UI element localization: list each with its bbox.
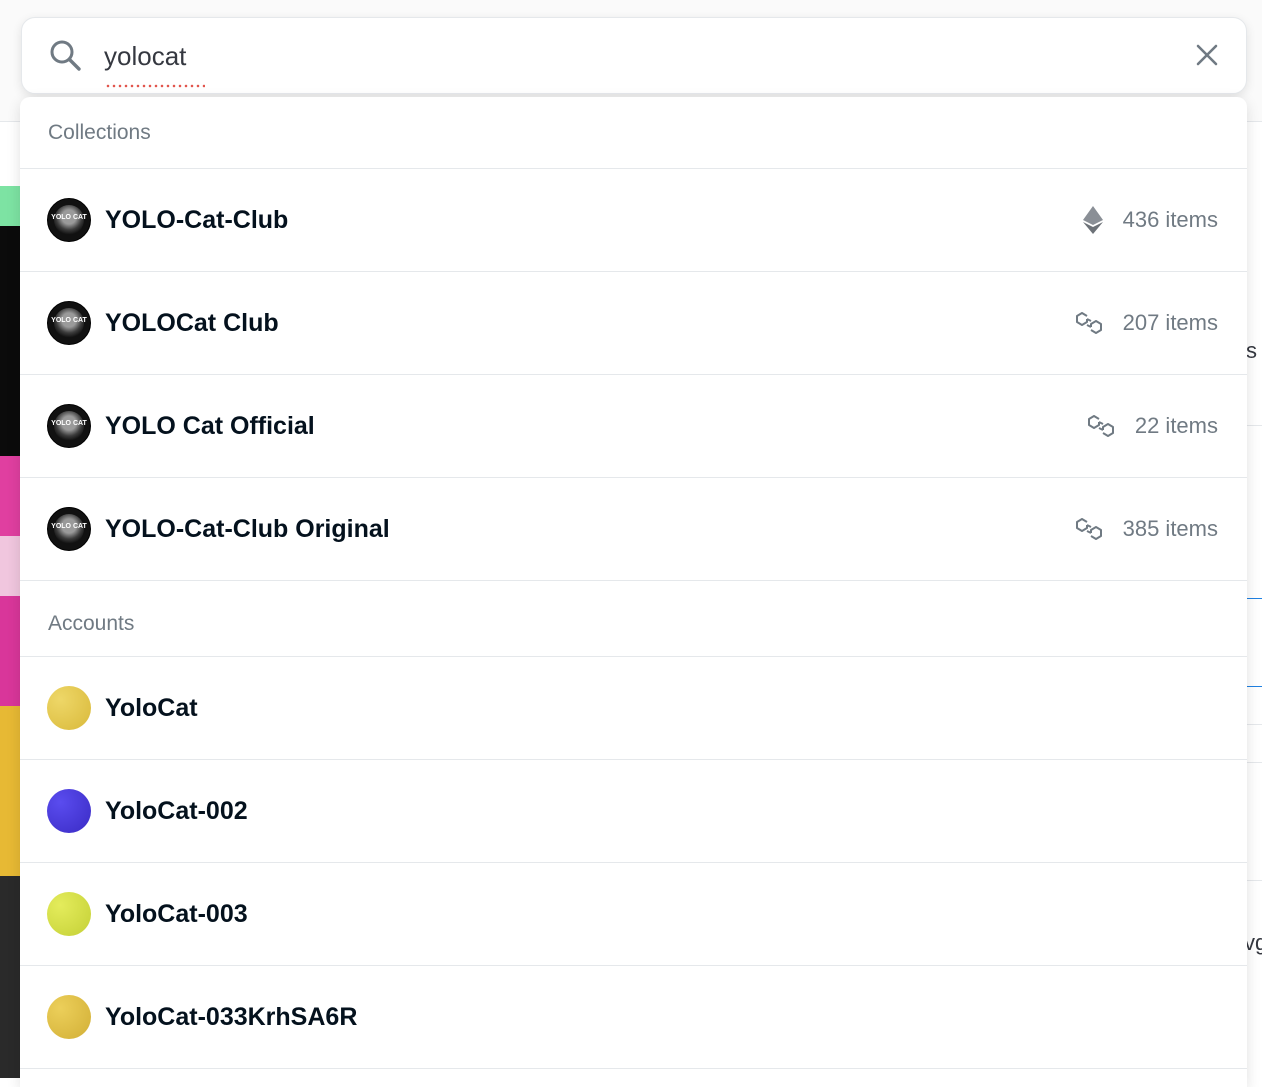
background-divider [1246, 425, 1262, 426]
collection-name: YOLO-Cat-Club [105, 206, 1083, 235]
collection-avatar: YOLO CAT [47, 198, 91, 242]
account-result[interactable]: YoloCat-002 [20, 760, 1247, 863]
account-name: YoloCat-002 [105, 797, 1218, 826]
collection-result[interactable]: YOLO CAT YOLO-Cat-Club 436 items [20, 169, 1247, 272]
collection-result[interactable]: YOLO CAT YOLO Cat Official 22 items [20, 375, 1247, 478]
polygon-icon [1075, 312, 1103, 334]
background-divider [1246, 762, 1262, 763]
spellcheck-underline [105, 84, 205, 88]
collection-avatar: YOLO CAT [47, 301, 91, 345]
background-accent-line [1246, 598, 1262, 599]
account-avatar [47, 789, 91, 833]
ethereum-icon [1083, 206, 1103, 234]
search-input[interactable] [104, 36, 1104, 76]
background-artwork [0, 186, 20, 1078]
account-name: YoloCat-003 [105, 900, 1218, 929]
section-header-accounts: Accounts [20, 581, 1247, 657]
background-accent-line [1246, 686, 1262, 687]
background-divider [1246, 724, 1262, 725]
section-header-collections: Collections [20, 97, 1247, 169]
collection-avatar: YOLO CAT [47, 404, 91, 448]
collection-result[interactable]: YOLO CAT YOLO-Cat-Club Original 385 item… [20, 478, 1247, 581]
search-icon [48, 38, 82, 72]
account-avatar [47, 995, 91, 1039]
account-result[interactable]: YoloCat-033KrhSA6R [20, 966, 1247, 1069]
account-avatar [47, 892, 91, 936]
collection-result[interactable]: YOLO CAT YOLOCat Club 207 items [20, 272, 1247, 375]
polygon-icon [1075, 518, 1103, 540]
collection-item-count: 436 items [1123, 207, 1218, 233]
account-result[interactable]: YoloCat-003 [20, 863, 1247, 966]
close-icon[interactable] [1194, 42, 1220, 68]
collection-item-count: 207 items [1123, 310, 1218, 336]
collection-name: YOLOCat Club [105, 309, 1075, 338]
account-name: YoloCat [105, 694, 1218, 723]
account-result[interactable]: YoloCat [20, 657, 1247, 760]
polygon-icon [1087, 415, 1115, 437]
account-avatar [47, 686, 91, 730]
collection-name: YOLO-Cat-Club Original [105, 515, 1075, 544]
search-results-dropdown: Collections YOLO CAT YOLO-Cat-Club 436 i… [20, 97, 1247, 1087]
background-divider [1246, 880, 1262, 881]
collection-avatar: YOLO CAT [47, 507, 91, 551]
collection-item-count: 385 items [1123, 516, 1218, 542]
collection-name: YOLO Cat Official [105, 412, 1087, 441]
account-name: YoloCat-033KrhSA6R [105, 1003, 1218, 1032]
search-bar [21, 17, 1247, 94]
collection-item-count: 22 items [1135, 413, 1218, 439]
background-text-fragment: s [1246, 338, 1257, 364]
